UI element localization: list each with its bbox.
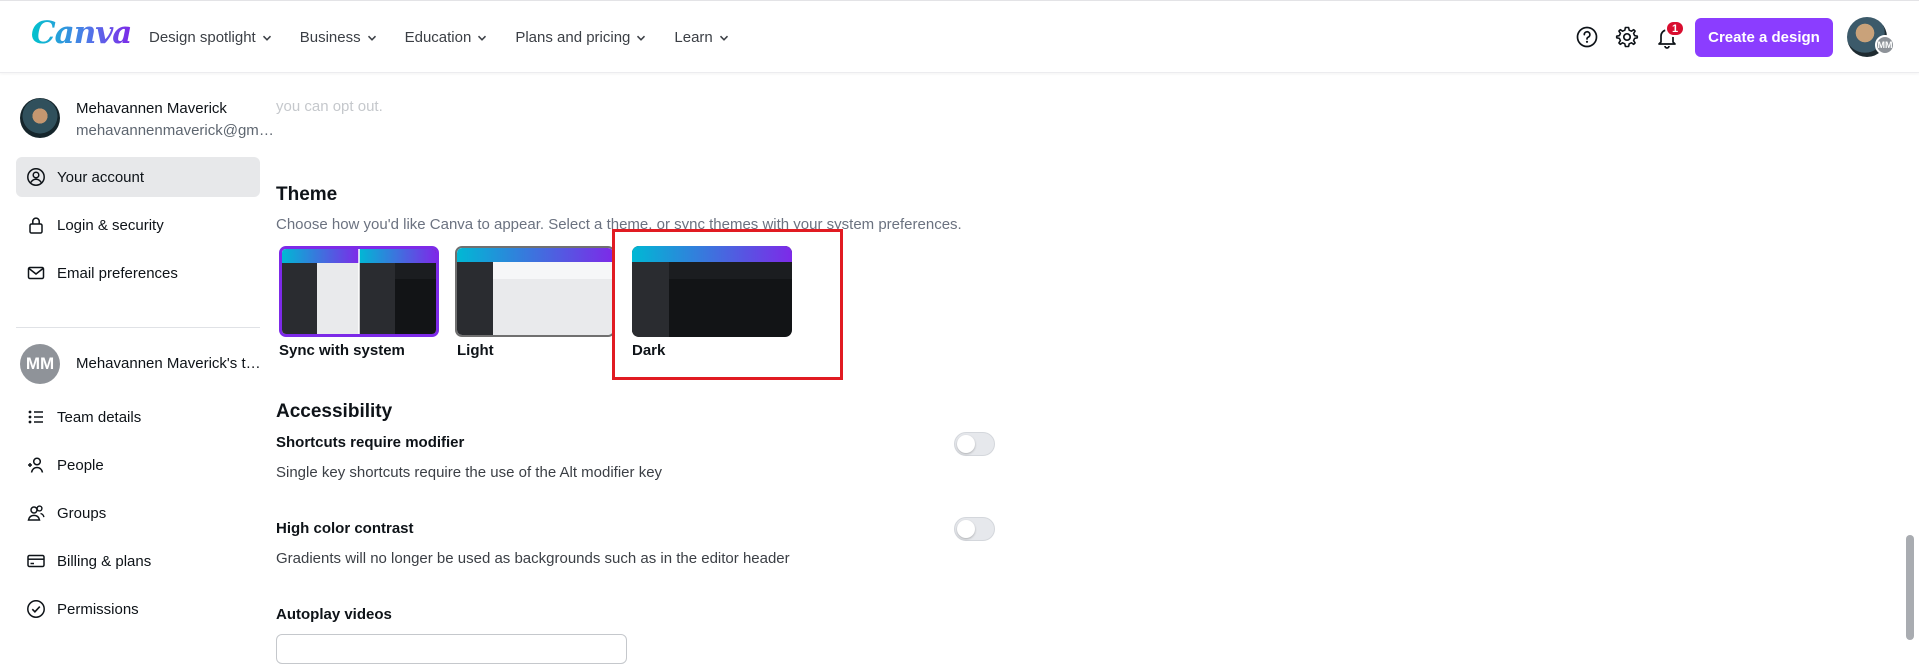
list-icon xyxy=(25,406,47,428)
highlight-box xyxy=(612,229,843,380)
sidebar-item-email-preferences[interactable]: Email preferences xyxy=(16,253,260,293)
groups-icon xyxy=(25,502,47,524)
chevron-down-icon xyxy=(637,35,646,41)
theme-label-light: Light xyxy=(457,342,494,359)
chevron-down-icon xyxy=(367,35,376,41)
sidebar-item-your-account[interactable]: Your account xyxy=(16,157,260,197)
theme-option-light[interactable] xyxy=(455,246,615,337)
main-nav: Design spotlight Business Education Plan… xyxy=(149,1,757,74)
faded-text: you can opt out. xyxy=(276,98,383,115)
sidebar-item-label: Billing & plans xyxy=(57,552,152,570)
settings-sidebar: Mehavannen Maverick mehavannenmaverick@g… xyxy=(0,74,276,640)
sidebar-item-billing-plans[interactable]: Billing & plans xyxy=(16,541,260,581)
team-name: Mehavannen Maverick's team xyxy=(76,355,266,372)
avatar xyxy=(20,98,60,138)
nav-label: Business xyxy=(299,29,361,46)
high-contrast-title: High color contrast xyxy=(276,520,414,537)
sidebar-item-label: Permissions xyxy=(57,600,139,618)
sidebar-item-label: Your account xyxy=(57,168,145,186)
sidebar-item-label: Groups xyxy=(57,504,107,522)
sidebar-item-people[interactable]: People xyxy=(16,445,260,485)
autoplay-videos-select[interactable] xyxy=(276,634,627,664)
credit-card-icon xyxy=(25,550,47,572)
scrollbar[interactable] xyxy=(1906,535,1914,640)
divider xyxy=(16,327,260,328)
nav-label: Learn xyxy=(674,29,713,46)
sidebar-item-groups[interactable]: Groups xyxy=(16,493,260,533)
sidebar-item-label: People xyxy=(57,456,104,474)
people-add-icon xyxy=(25,454,47,476)
autoplay-videos-title: Autoplay videos xyxy=(276,606,392,623)
sidebar-item-label: Email preferences xyxy=(57,264,178,282)
sidebar-item-permissions[interactable]: Permissions xyxy=(16,589,260,629)
nav-design-spotlight[interactable]: Design spotlight xyxy=(149,29,272,46)
shortcuts-modifier-description: Single key shortcuts require the use of … xyxy=(276,464,663,481)
sidebar-item-team-details[interactable]: Team details xyxy=(16,397,260,437)
section-heading-accessibility: Accessibility xyxy=(276,401,393,422)
sidebar-item-label: Login & security xyxy=(57,216,164,234)
chevron-down-icon xyxy=(478,35,487,41)
team-avatar: MM xyxy=(20,344,60,384)
sync-theme-preview xyxy=(282,249,436,334)
nav-business[interactable]: Business xyxy=(300,29,377,46)
nav-label: Design spotlight xyxy=(149,29,256,46)
top-navigation-bar: Canva Design spotlight Business Educatio… xyxy=(0,0,1919,73)
chevron-down-icon xyxy=(719,35,728,41)
shortcuts-modifier-toggle[interactable] xyxy=(954,432,995,456)
notification-badge: 1 xyxy=(1665,20,1685,37)
sidebar-item-label: Team details xyxy=(57,408,142,426)
canva-logo[interactable]: Canva xyxy=(31,15,132,51)
check-circle-icon xyxy=(25,598,47,620)
nav-plans-and-pricing[interactable]: Plans and pricing xyxy=(515,29,646,46)
theme-label-sync: Sync with system xyxy=(279,342,405,359)
user-circle-icon xyxy=(25,166,47,188)
high-contrast-toggle[interactable] xyxy=(954,517,995,541)
settings-main: you can opt out. Theme Choose how you'd … xyxy=(276,74,1876,664)
envelope-icon xyxy=(25,262,47,284)
profile-name: Mehavannen Maverick xyxy=(76,100,227,117)
shortcuts-modifier-title: Shortcuts require modifier xyxy=(276,434,465,451)
sidebar-item-login-security[interactable]: Login & security xyxy=(16,205,260,245)
profile-email: mehavannenmaverick@gmail.com xyxy=(76,122,276,139)
team-avatar-badge: MM xyxy=(1875,35,1895,55)
nav-label: Education xyxy=(404,29,472,46)
nav-education[interactable]: Education xyxy=(405,29,488,46)
create-a-design-button[interactable]: Create a design xyxy=(1695,18,1833,57)
nav-learn[interactable]: Learn xyxy=(674,29,728,46)
high-contrast-description: Gradients will no longer be used as back… xyxy=(276,550,790,567)
section-heading-theme: Theme xyxy=(276,184,338,205)
nav-label: Plans and pricing xyxy=(515,29,631,46)
lock-icon xyxy=(25,214,47,236)
chevron-down-icon xyxy=(262,35,271,41)
profile-summary: Mehavannen Maverick mehavannenmaverick@g… xyxy=(20,98,276,142)
team-summary[interactable]: MM Mehavannen Maverick's team xyxy=(20,344,268,384)
light-theme-preview xyxy=(457,248,613,335)
theme-option-sync[interactable] xyxy=(279,246,439,337)
gear-icon[interactable] xyxy=(1614,24,1640,50)
help-icon[interactable] xyxy=(1574,24,1600,50)
